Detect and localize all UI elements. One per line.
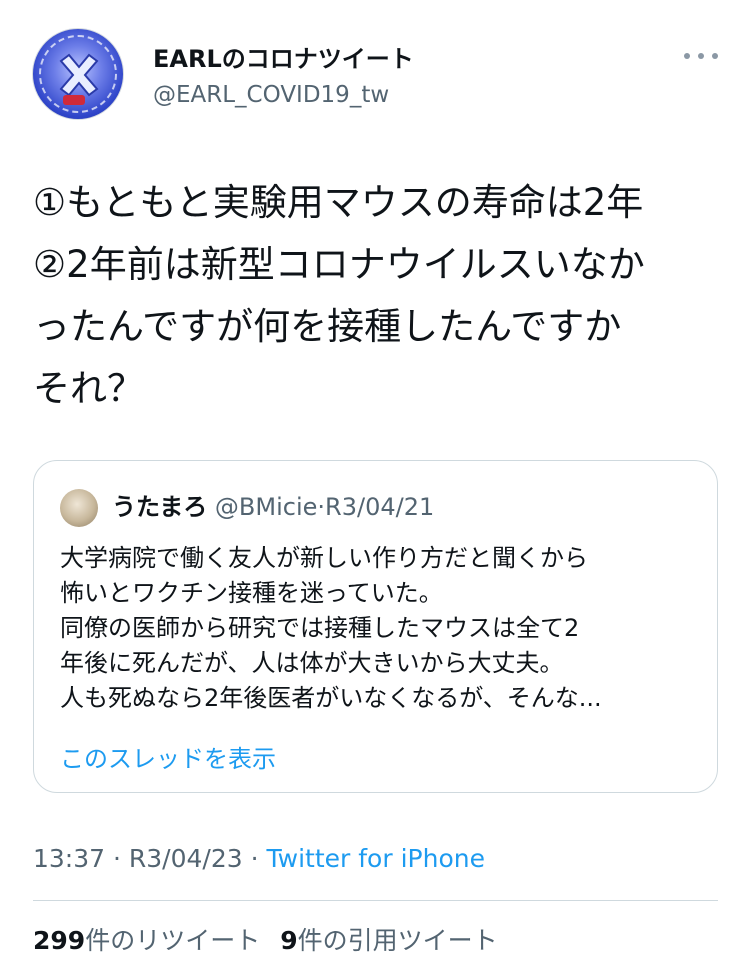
quoted-meta-separator: ·: [317, 493, 326, 521]
show-thread-link[interactable]: このスレッドを表示: [60, 743, 276, 775]
timestamp-separator: ·: [113, 844, 121, 873]
quoted-author-handle: @BMicie: [214, 493, 318, 521]
tweet-text: ①もともと実験用マウスの寿命は2年 ②2年前は新型コロナウイルスいなか ったんで…: [33, 181, 645, 410]
retweets-stat[interactable]: 299件のリツイート: [33, 926, 260, 955]
divider: [33, 900, 718, 901]
tweet-stats-row: 299件のリツイート 9件の引用ツイート: [33, 924, 498, 958]
quoted-author-name: うたまろ: [112, 493, 208, 521]
avatar-x-mark-icon: [59, 53, 99, 97]
quotes-stat[interactable]: 9件の引用ツイート: [280, 926, 497, 955]
tweet-date[interactable]: R3/04/23: [129, 844, 243, 873]
more-dot: [712, 53, 718, 59]
quoted-author-avatar[interactable]: [60, 489, 98, 527]
quoted-tweet-text: 大学病院で働く友人が新しい作り方だと聞くから 怖いとワクチン接種を迷っていた。 …: [60, 544, 602, 712]
quoted-tweet-card[interactable]: うたまろ @BMicie·R3/04/21 大学病院で働く友人が新しい作り方だと…: [33, 460, 718, 793]
quotes-count: 9: [280, 926, 298, 955]
avatar-badge-shape: [63, 95, 85, 105]
quoted-tweet-header: うたまろ @BMicie·R3/04/21: [112, 491, 434, 523]
more-dot: [698, 53, 704, 59]
retweets-label: 件のリツイート: [85, 926, 261, 955]
tweet-timestamp-row: 13:37 · R3/04/23 · Twitter for iPhone: [33, 842, 485, 876]
timestamp-separator: ·: [250, 844, 259, 873]
author-handle[interactable]: @EARL_COVID19_tw: [153, 80, 389, 110]
author-display-name[interactable]: EARLのコロナツイート: [153, 44, 414, 74]
more-horizontal-icon[interactable]: [684, 46, 718, 66]
more-dot: [684, 53, 690, 59]
retweets-count: 299: [33, 926, 86, 955]
quotes-label: 件の引用ツイート: [297, 926, 498, 955]
quoted-tweet-date: R3/04/21: [325, 493, 435, 521]
tweet-source-link[interactable]: Twitter for iPhone: [267, 844, 485, 873]
author-avatar[interactable]: [32, 28, 124, 120]
tweet-time[interactable]: 13:37: [33, 844, 105, 873]
